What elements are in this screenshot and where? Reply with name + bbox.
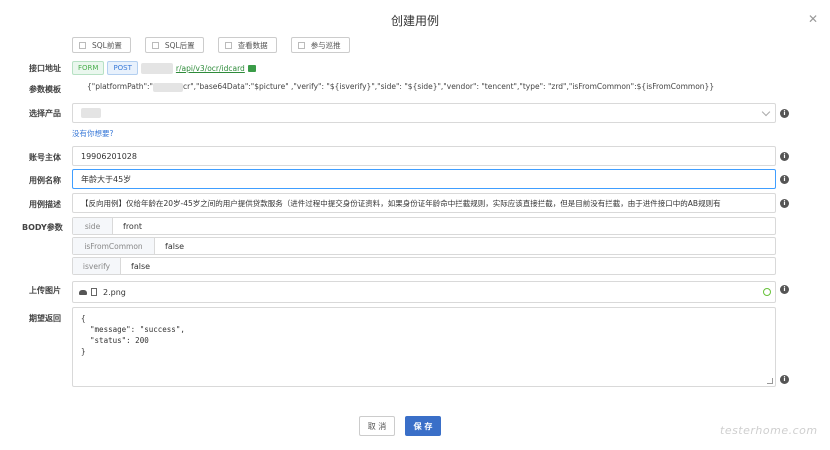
- resize-handle[interactable]: [767, 378, 773, 384]
- interface-link[interactable]: r/api/v3/ocr/idcard: [176, 64, 245, 73]
- tag-form: FORM: [72, 61, 105, 75]
- account-field[interactable]: 19906201028: [72, 146, 776, 166]
- option-toolbar: SQL前置 SQL后置 查看数据 参与巡推: [72, 37, 364, 53]
- checkbox-icon: [224, 41, 232, 49]
- label-case-name: 用例名称: [29, 176, 61, 185]
- label-account: 账号主体: [29, 153, 61, 162]
- redacted-host: [140, 62, 173, 74]
- case-desc-field[interactable]: 【反向用例】仅给年龄在20岁-45岁之间的用户提供贷款服务（进件过程中提交身份证…: [72, 193, 776, 213]
- dialog-title: 创建用例: [390, 14, 439, 28]
- chevron-down-icon: [761, 107, 771, 117]
- param-key: side: [73, 218, 113, 234]
- image-icon: [247, 64, 256, 72]
- redacted-product: [81, 108, 101, 118]
- option-inspection[interactable]: 参与巡推: [290, 37, 350, 53]
- label-case-desc: 用例描述: [29, 200, 61, 209]
- label-template: 参数模板: [29, 85, 61, 94]
- option-sql-post[interactable]: SQL后置: [144, 37, 204, 53]
- option-view-data[interactable]: 查看数据: [217, 37, 277, 53]
- param-key: isverify: [73, 258, 121, 274]
- expected-response-textarea[interactable]: { "message": "success", "status": 200 }: [72, 307, 776, 387]
- case-name-field[interactable]: 年龄大于45岁: [72, 169, 776, 189]
- save-button[interactable]: 保 存: [405, 416, 441, 436]
- param-key: isFromCommon: [73, 238, 155, 254]
- checkbox-icon: [297, 41, 305, 49]
- info-icon[interactable]: i: [780, 285, 789, 294]
- checkbox-icon: [151, 41, 159, 49]
- file-icon: [91, 288, 97, 296]
- redacted-path: [153, 82, 183, 92]
- checkbox-icon: [79, 41, 86, 49]
- label-body: BODY参数: [22, 223, 63, 232]
- product-select[interactable]: [72, 103, 776, 123]
- label-expected: 期望返回: [29, 314, 61, 323]
- tag-post: POST: [107, 61, 138, 75]
- info-icon[interactable]: i: [780, 109, 789, 118]
- option-sql-pre[interactable]: SQL前置: [72, 37, 131, 53]
- param-value-field[interactable]: false: [155, 238, 184, 254]
- param-value-field[interactable]: front: [113, 218, 142, 234]
- label-upload: 上传图片: [29, 286, 61, 295]
- param-template: {"platformPath":" cr","base64Data":"$pict…: [87, 82, 715, 92]
- param-value-field[interactable]: false: [121, 258, 150, 274]
- watermark: testerhome.com: [720, 424, 818, 437]
- cloud-upload-icon: [79, 289, 87, 295]
- cancel-button[interactable]: 取 消: [359, 416, 395, 436]
- interface-url: FORM POST r/api/v3/ocr/idcard: [72, 61, 256, 75]
- info-icon[interactable]: i: [780, 199, 789, 208]
- check-circle-icon: [763, 288, 771, 296]
- label-interface: 接口地址: [29, 64, 61, 73]
- close-icon[interactable]: ✕: [808, 12, 818, 26]
- body-param-row: isFromCommon false: [72, 237, 776, 255]
- info-icon[interactable]: i: [780, 375, 789, 384]
- body-param-row: side front: [72, 217, 776, 235]
- upload-field[interactable]: 2.png: [72, 281, 776, 303]
- product-help-link[interactable]: 没有你想要?: [72, 128, 113, 139]
- label-product: 选择产品: [29, 109, 61, 118]
- info-icon[interactable]: i: [780, 175, 789, 184]
- info-icon[interactable]: i: [780, 152, 789, 161]
- upload-filename: 2.png: [103, 287, 126, 297]
- body-param-row: isverify false: [72, 257, 776, 275]
